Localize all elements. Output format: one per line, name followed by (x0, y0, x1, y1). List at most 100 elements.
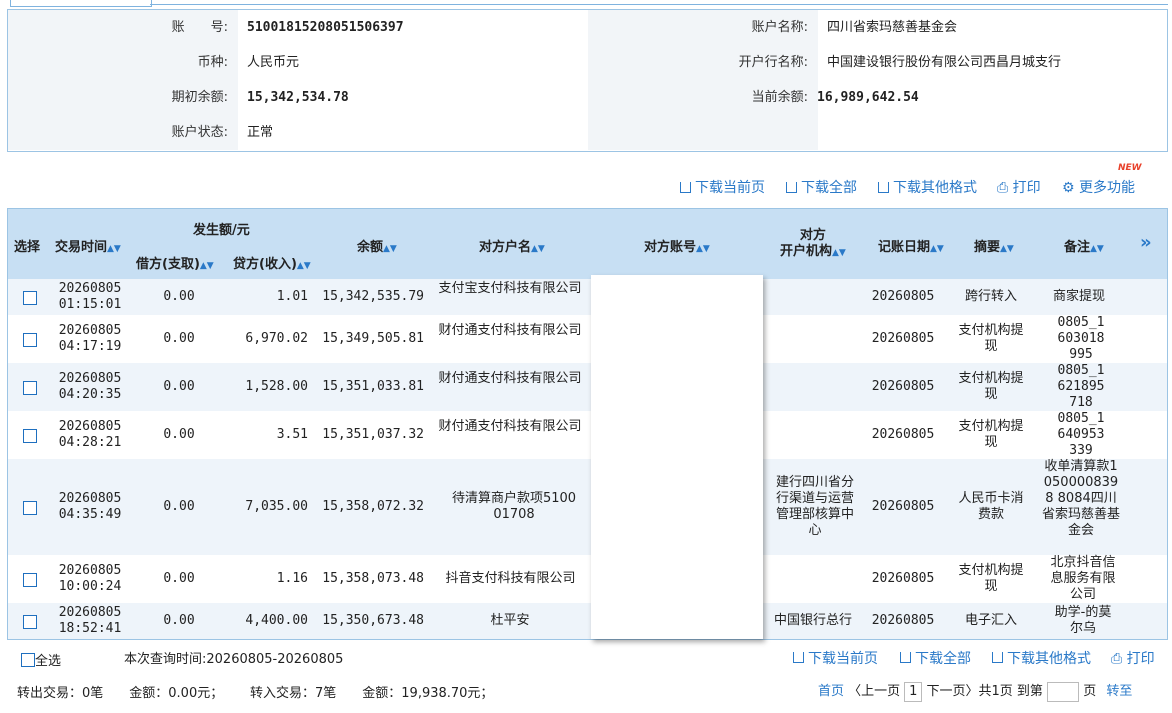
gear-icon: ⚙ (1062, 180, 1080, 196)
header-counter-bank[interactable]: 对方 开户机构▲▼ (780, 228, 846, 261)
row-time: 20260805 04:35:49 (48, 491, 132, 523)
download-other-button[interactable]: 下载其他格式 (878, 178, 977, 198)
footer-download-other-label: 下载其他格式 (1007, 651, 1091, 667)
print-button[interactable]: ⎙ 打印 (997, 178, 1041, 198)
page-input[interactable] (1047, 681, 1080, 702)
header-balance-label: 余额 (357, 240, 384, 255)
footer-download-page-button[interactable]: 下载当前页 (793, 648, 878, 668)
row-summary: 支付机构提现 (958, 419, 1024, 450)
header-counter-account-label: 对方账号 (644, 240, 697, 255)
opening-balance-label: 期初余额: (171, 90, 228, 105)
printer-icon: ⎙ (997, 180, 1013, 196)
row-balance: 15,358,072.32 (322, 499, 424, 514)
account-no-value: 51001815208051506397 (247, 20, 404, 35)
sort-icon: ▲▼ (696, 244, 710, 254)
bank-value: 中国建设银行股份有限公司西昌月城支行 (827, 55, 1062, 70)
download-icon (786, 182, 797, 193)
row-date-text: 20260805 (58, 419, 122, 434)
download-page-button[interactable]: 下载当前页 (680, 178, 765, 198)
row-summary: 人民币卡消费款 (958, 491, 1024, 522)
row-remark: 助学-的莫尔乌 (1054, 605, 1112, 636)
header-credit[interactable]: 贷方(收入)▲▼ (233, 253, 311, 272)
row-date-text: 20260805 (58, 323, 122, 338)
row-credit: 1.01 (276, 289, 308, 304)
header-post-date[interactable]: 记账日期▲▼ (878, 236, 944, 255)
info-row-currency: 币种: 人民币元 开户行名称: 中国建设银行股份有限公司西昌月城支行 (8, 45, 1167, 80)
row-checkbox[interactable] (23, 429, 37, 443)
info-row-status: 账户状态: 正常 (8, 115, 1167, 150)
prev-page-link[interactable]: 〈上一页 (848, 684, 900, 699)
page-unit: 页 (1083, 684, 1097, 699)
row-balance: 15,342,535.79 (322, 289, 424, 304)
row-credit: 6,970.02 (245, 331, 308, 346)
table-row: 20260805 04:20:35 0.00 1,528.00 15,351,03… (8, 363, 1167, 411)
row-date-text: 20260805 (58, 281, 122, 296)
download-icon (680, 182, 691, 193)
header-summary[interactable]: 摘要▲▼ (974, 236, 1014, 255)
header-counter-name[interactable]: 对方户名▲▼ (479, 236, 545, 255)
row-checkbox[interactable] (23, 381, 37, 395)
row-date-text: 20260805 (58, 563, 122, 578)
footer-download-other-button[interactable]: 下载其他格式 (992, 648, 1091, 668)
header-balance[interactable]: 余额▲▼ (357, 236, 397, 255)
header-post-date-label: 记账日期 (878, 240, 931, 255)
select-all[interactable]: 全选 (21, 650, 61, 669)
table-row: 20260805 18:52:41 0.00 4,400.00 15,350,67… (8, 603, 1167, 639)
row-counter-name: 财付通支付科技有限公司 (438, 323, 582, 338)
footer-download-all-button[interactable]: 下载全部 (900, 648, 971, 668)
status-label: 账户状态: (171, 125, 228, 140)
currency-label: 币种: (197, 55, 228, 70)
row-checkbox[interactable] (23, 573, 37, 587)
table-row: 20260805 04:28:21 0.00 3.51 15,351,037.32… (8, 411, 1167, 459)
row-time: 20260805 04:20:35 (48, 371, 132, 403)
summary-in: 转入交易：7笔 金额：19,938.70元； (250, 686, 494, 701)
header-remark[interactable]: 备注▲▼ (1064, 236, 1104, 255)
current-balance-label: 当前余额: (751, 90, 808, 105)
sort-icon: ▲▼ (531, 244, 545, 254)
footer-print-button[interactable]: ⎙ 打印 (1111, 648, 1155, 668)
download-all-button[interactable]: 下载全部 (786, 178, 857, 198)
row-counter-name: 杜平安 (490, 613, 530, 628)
header-debit[interactable]: 借方(支取)▲▼ (136, 253, 214, 272)
header-time[interactable]: 交易时间▲▼ (55, 236, 121, 255)
row-counter-name: 支付宝支付科技有限公司 (438, 281, 582, 296)
row-credit: 7,035.00 (245, 499, 308, 514)
current-page: 1 (904, 682, 923, 702)
goto-label: 到第 (1016, 684, 1043, 699)
row-debit: 0.00 (163, 379, 195, 394)
row-time-text: 10:00:24 (58, 579, 122, 594)
status-value: 正常 (247, 125, 274, 140)
select-all-checkbox[interactable] (21, 653, 35, 667)
account-info-panel: 账 号: 51001815208051506397 账户名称: 四川省索玛慈善基… (7, 9, 1168, 152)
row-remark: 0805_1603018995 (1057, 315, 1105, 362)
row-checkbox[interactable] (23, 333, 37, 347)
row-checkbox[interactable] (23, 501, 37, 515)
header-counter-account[interactable]: 对方账号▲▼ (644, 236, 710, 255)
tab-strip (0, 0, 1172, 8)
row-balance: 15,358,073.48 (322, 571, 424, 586)
account-name-label: 账户名称: (751, 20, 808, 35)
download-icon (900, 652, 911, 663)
more-functions-label: 更多功能 (1079, 180, 1136, 196)
active-tab[interactable] (10, 0, 152, 7)
row-time: 20260805 18:52:41 (48, 605, 132, 637)
row-counter-bank: 建行四川省分行渠道与运营管理部核算中心 (775, 475, 854, 538)
first-page-link[interactable]: 首页 (818, 684, 844, 699)
footer-print-label: 打印 (1126, 651, 1155, 667)
scroll-right-icon[interactable]: » (1140, 232, 1152, 253)
row-counter-name: 财付通支付科技有限公司 (438, 419, 582, 434)
row-checkbox[interactable] (23, 291, 37, 305)
row-summary: 支付机构提现 (958, 323, 1024, 354)
row-checkbox[interactable] (23, 615, 37, 629)
row-post-date: 20260805 (871, 379, 935, 394)
row-debit: 0.00 (163, 499, 195, 514)
sort-icon: ▲▼ (296, 261, 311, 271)
row-balance: 15,349,505.81 (322, 331, 424, 346)
goto-button[interactable]: 转至 (1106, 684, 1132, 699)
sort-icon: ▲▼ (107, 244, 121, 254)
row-summary: 跨行转入 (964, 289, 1017, 304)
row-remark: 北京抖音信息服务有限公司 (1050, 555, 1116, 602)
row-credit: 1,528.00 (245, 379, 308, 394)
more-functions-button[interactable]: ⚙ 更多功能 (1062, 178, 1135, 198)
next-page-link[interactable]: 下一页〉 (926, 684, 978, 699)
